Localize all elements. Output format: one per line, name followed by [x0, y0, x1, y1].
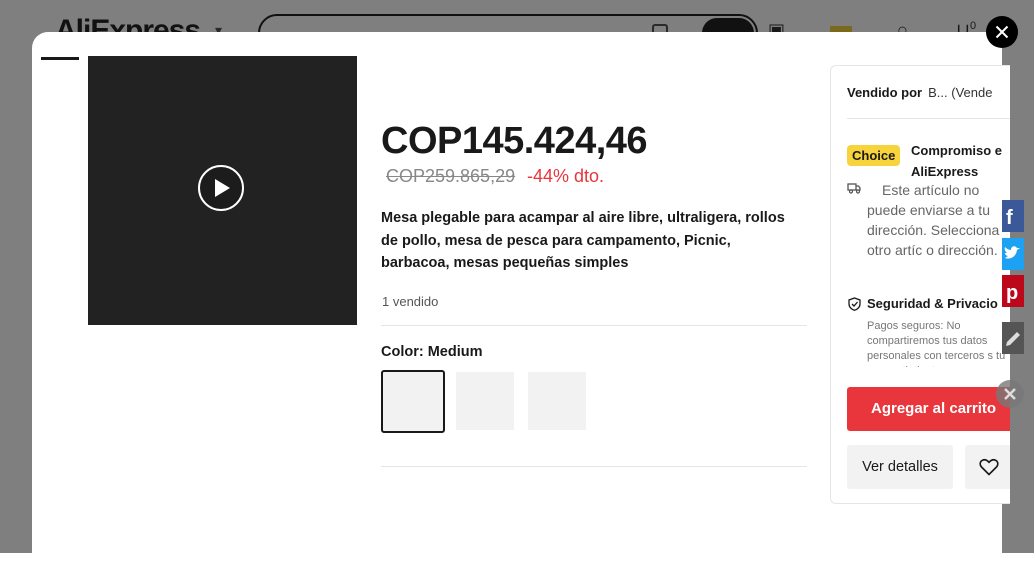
security-description: Pagos seguros: No compartiremos tus dato… — [867, 320, 1006, 367]
color-swatch[interactable] — [456, 372, 514, 430]
close-icon — [1004, 388, 1016, 400]
current-price: COP145.424,46 — [381, 120, 648, 162]
choice-badge: Choice — [847, 145, 901, 166]
seller-info: Vendido por B... (Vende — [847, 85, 992, 100]
share-twitter-button[interactable] — [1002, 238, 1024, 270]
dismiss-share-button[interactable] — [996, 380, 1024, 408]
color-swatch-medium[interactable] — [381, 370, 445, 433]
seller-name-link[interactable]: B... (Vende — [928, 85, 992, 100]
share-pinterest-button[interactable]: p — [1002, 275, 1024, 307]
shield-icon — [848, 297, 861, 311]
share-facebook-button[interactable]: f — [1002, 200, 1024, 232]
divider — [381, 325, 807, 326]
twitter-icon — [1004, 246, 1020, 259]
sold-by-label: Vendido por — [847, 85, 923, 100]
divider — [381, 466, 807, 467]
color-label: Color: Medium — [381, 344, 483, 360]
close-icon — [995, 25, 1009, 39]
edit-icon — [1006, 332, 1020, 346]
divider — [847, 118, 1010, 119]
wishlist-button[interactable] — [965, 445, 1010, 489]
thumbnail-indicator[interactable] — [41, 57, 79, 60]
svg-text:f: f — [1006, 207, 1013, 229]
facebook-icon: f — [1006, 207, 1013, 229]
color-swatch[interactable] — [528, 372, 586, 430]
play-button[interactable] — [198, 165, 244, 211]
share-edit-button[interactable] — [1002, 322, 1024, 354]
view-details-button[interactable]: Ver detalles — [847, 445, 953, 489]
product-video[interactable] — [88, 56, 357, 325]
commitment-title[interactable]: Compromiso e AliExpress — [911, 140, 1002, 182]
shipping-notice: Este artículo no puede enviarse a tu dir… — [867, 182, 1000, 258]
purchase-panel: Vendido por B... (Vende Choice Compromiso… — [830, 65, 1010, 504]
truck-icon — [847, 183, 861, 194]
product-quickview-modal: COP145.424,46 COP259.865,29 -44% dto. Me… — [32, 32, 1010, 572]
play-icon — [215, 179, 230, 197]
add-to-cart-button[interactable]: Agregar al carrito — [847, 387, 1010, 431]
pinterest-icon: p — [1006, 282, 1018, 304]
sold-count: 1 vendido — [382, 294, 439, 309]
product-title: Mesa plegable para acampar al aire libre… — [381, 210, 785, 271]
close-button[interactable] — [986, 16, 1018, 48]
original-price: COP259.865,29 — [386, 166, 516, 186]
svg-text:p: p — [1006, 282, 1018, 304]
discount-badge: -44% dto. — [527, 166, 605, 186]
security-privacy-title[interactable]: Seguridad & Privacio — [867, 296, 998, 311]
heart-icon — [979, 459, 999, 476]
